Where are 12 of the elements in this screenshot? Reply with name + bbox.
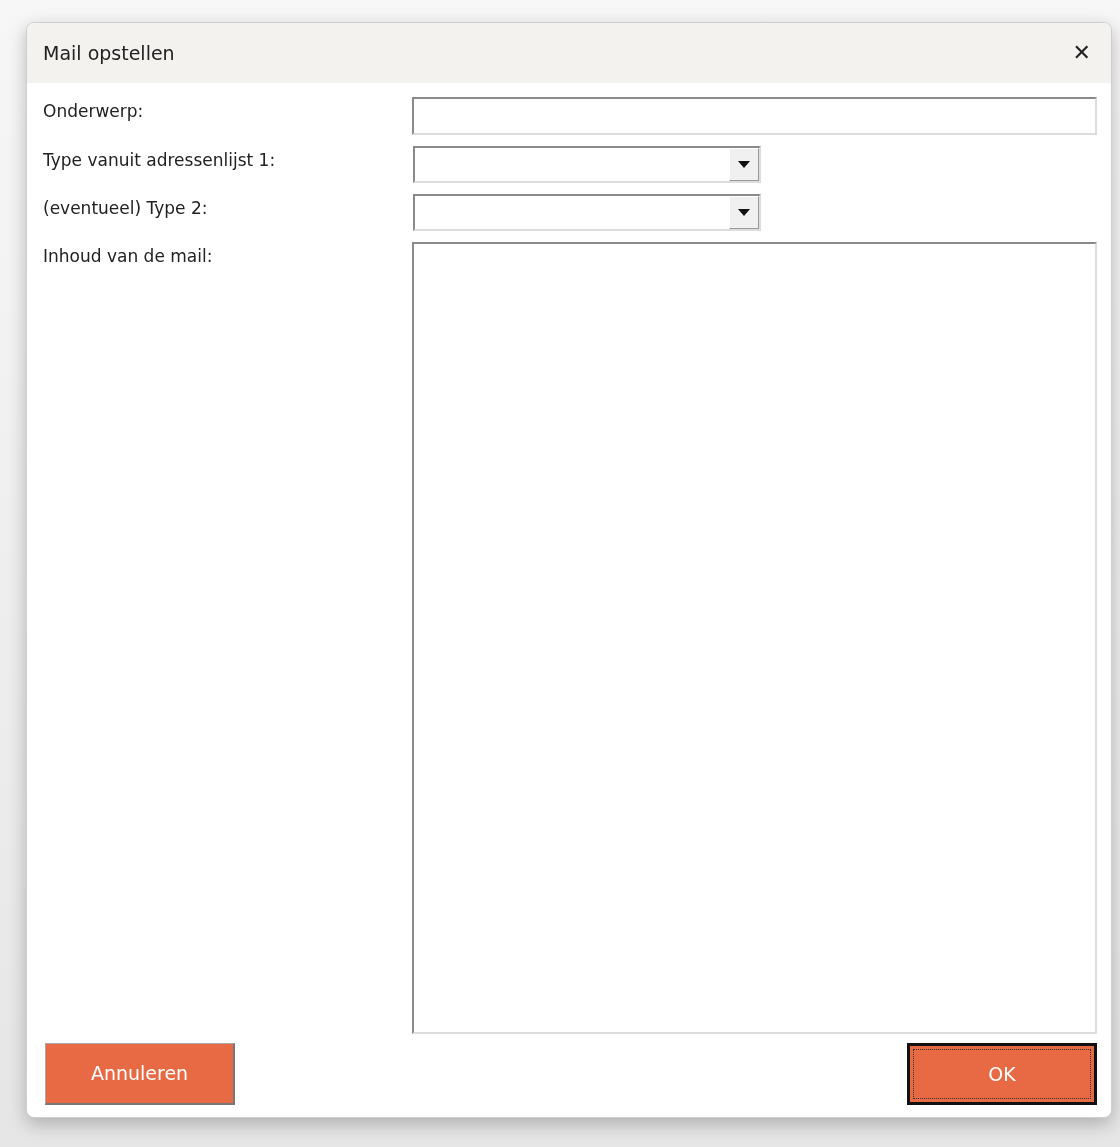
dialog-button[interactable]: Annuleren <box>45 1043 235 1105</box>
field-label: Onderwerp: <box>43 100 145 123</box>
dropdown-field[interactable] <box>413 146 761 183</box>
field-label: (eventueel) Type 2: <box>43 197 209 220</box>
window-title: Mail opstellen <box>43 40 175 66</box>
field-label: Inhoud van de mail: <box>43 245 214 268</box>
message-field[interactable] <box>412 242 1097 1034</box>
close-button[interactable]: ✕ <box>1068 42 1095 64</box>
dropdown-field[interactable] <box>413 194 761 231</box>
field-label: Type vanuit adressenlijst 1: <box>43 149 277 172</box>
subject-field[interactable] <box>412 97 1097 135</box>
dialog-button[interactable]: OK <box>907 1043 1097 1105</box>
